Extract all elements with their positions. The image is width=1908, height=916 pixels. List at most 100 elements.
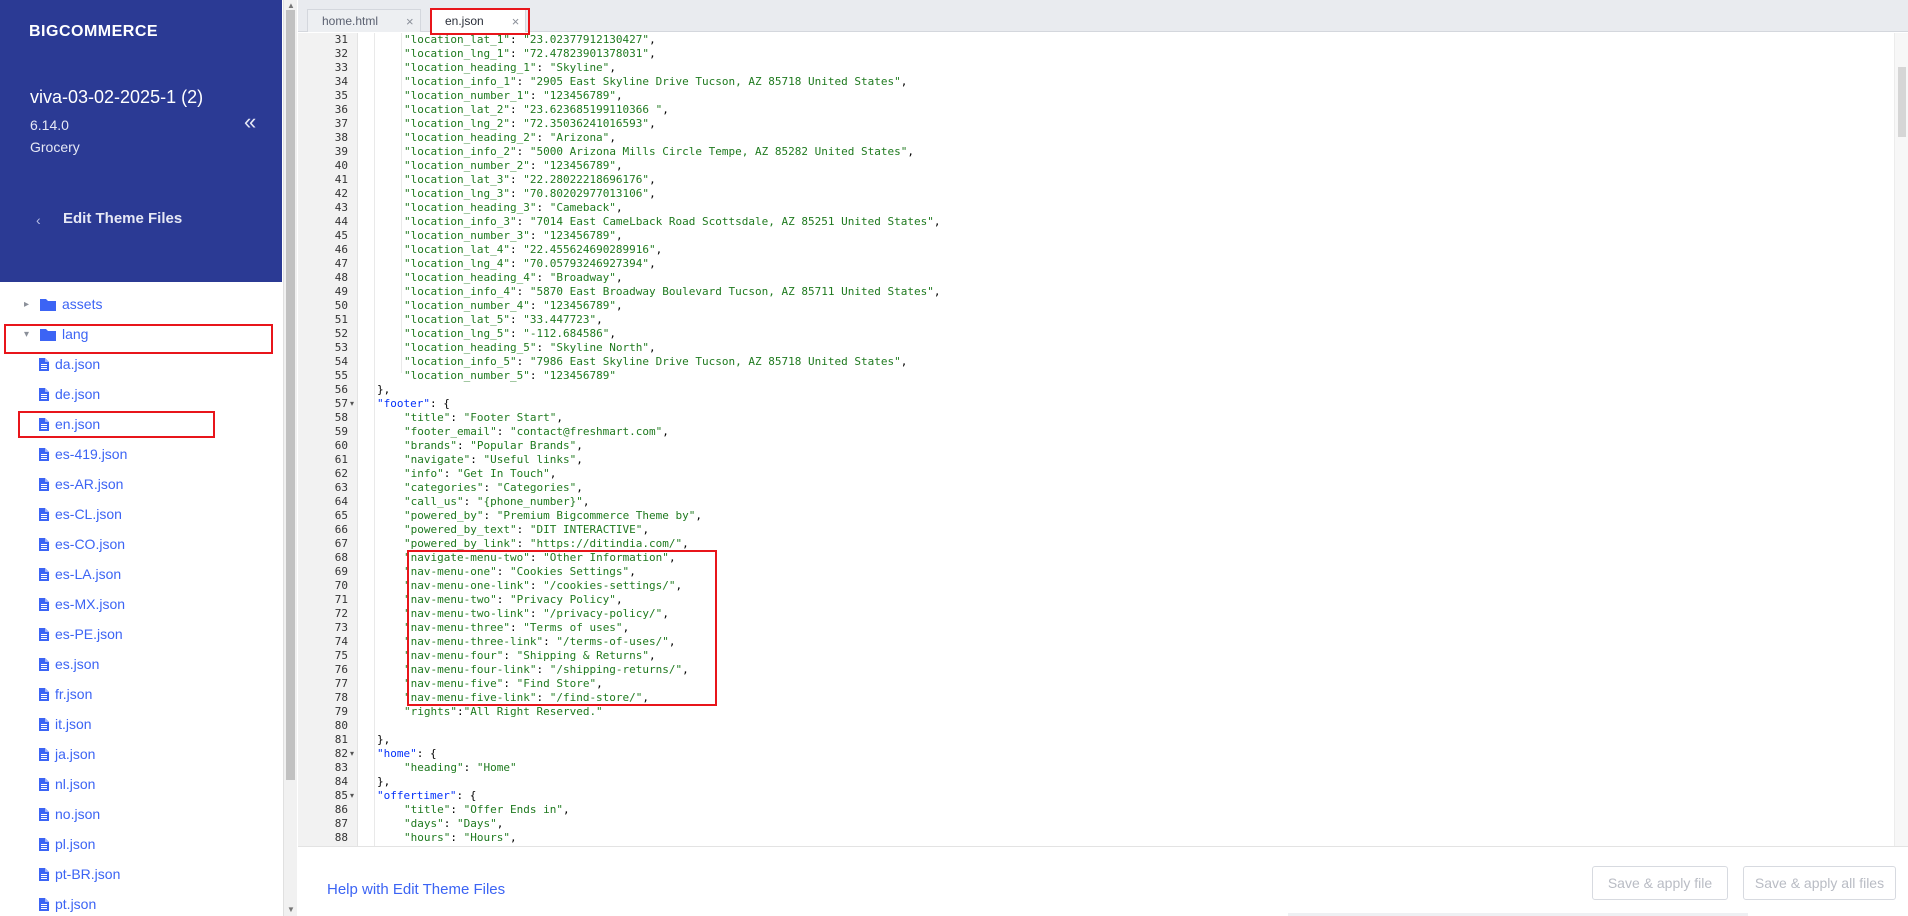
code-line[interactable]: "location_lng_2": "72.35036241016593", (404, 117, 656, 130)
file-da-json[interactable]: da.json (39, 349, 100, 379)
editor-scroll-thumb[interactable] (1898, 67, 1906, 137)
file-pl-json[interactable]: pl.json (39, 829, 95, 859)
save-apply-all-files-button[interactable]: Save & apply all files (1743, 866, 1896, 900)
sidebar-scroll-thumb[interactable] (286, 10, 295, 780)
code-line[interactable]: "categories": "Categories", (404, 481, 583, 494)
code-line[interactable]: "location_heading_1": "Skyline", (404, 61, 616, 74)
code-line[interactable]: "powered_by_link": "https://ditindia.com… (404, 537, 689, 550)
tab-home-html[interactable]: home.html × (307, 9, 421, 32)
file-es-MX-json[interactable]: es-MX.json (39, 589, 125, 619)
code-line[interactable]: "footer_email": "contact@freshmart.com", (404, 425, 669, 438)
code-line[interactable]: "navigate-menu-two": "Other Information"… (404, 551, 676, 564)
file-fr-json[interactable]: fr.json (39, 679, 92, 709)
code-line[interactable]: "location_heading_2": "Arizona", (404, 131, 616, 144)
code-line[interactable]: "nav-menu-four": "Shipping & Returns", (404, 649, 656, 662)
fold-toggle-icon[interactable]: ▾ (350, 791, 354, 800)
code-line[interactable]: "location_info_3": "7014 East CameLback … (404, 215, 940, 228)
folder-assets[interactable]: ▸ assets (24, 289, 102, 319)
code-line[interactable]: "rights":"All Right Reserved." (404, 705, 603, 718)
file-es-AR-json[interactable]: es-AR.json (39, 469, 123, 499)
sidebar-scrollbar[interactable]: ▲ ▼ (283, 0, 297, 916)
code-line[interactable]: "location_heading_5": "Skyline North", (404, 341, 656, 354)
code-line[interactable]: "nav-menu-two": "Privacy Policy", (404, 593, 623, 606)
file-de-json[interactable]: de.json (39, 379, 100, 409)
file-es-json[interactable]: es.json (39, 649, 99, 679)
file-es-419-json[interactable]: es-419.json (39, 439, 127, 469)
code-line[interactable]: "info": "Get In Touch", (404, 467, 556, 480)
code-line[interactable]: "nav-menu-four-link": "/shipping-returns… (404, 663, 689, 676)
file-es-CO-json[interactable]: es-CO.json (39, 529, 125, 559)
code-line[interactable]: "location_info_2": "5000 Arizona Mills C… (404, 145, 914, 158)
code-line[interactable]: "location_number_2": "123456789", (404, 159, 623, 172)
code-line[interactable]: "location_lng_4": "70.05793246927394", (404, 257, 656, 270)
code-line[interactable]: "location_heading_3": "Cameback", (404, 201, 623, 214)
code-line[interactable]: "location_lng_1": "72.47823901378031", (404, 47, 656, 60)
code-line[interactable]: "location_number_1": "123456789", (404, 89, 623, 102)
fold-toggle-icon[interactable]: ▾ (350, 749, 354, 758)
code-line[interactable]: "location_info_1": "2905 East Skyline Dr… (404, 75, 907, 88)
code-line[interactable]: "location_lat_1": "23.02377912130427", (404, 33, 656, 46)
code-line[interactable]: "location_lat_5": "33.447723", (404, 313, 603, 326)
save-apply-file-button[interactable]: Save & apply file (1592, 866, 1728, 900)
file-it-json[interactable]: it.json (39, 709, 92, 739)
code-line[interactable]: "location_number_5": "123456789" (404, 369, 616, 382)
code-line[interactable]: "location_number_4": "123456789", (404, 299, 623, 312)
code-line[interactable]: }, (377, 775, 390, 788)
code-line[interactable]: "title": "Offer Ends in", (404, 803, 570, 816)
code-line[interactable]: "nav-menu-three-link": "/terms-of-uses/"… (404, 635, 676, 648)
file-pt-json[interactable]: pt.json (39, 889, 96, 916)
code-line[interactable]: "location_lat_2": "23.623685199110366 ", (404, 103, 669, 116)
code-line[interactable]: "location_lat_3": "22.28022218696176", (404, 173, 656, 186)
collapse-sidebar-icon[interactable]: « (244, 111, 264, 133)
code-line[interactable]: "location_heading_4": "Broadway", (404, 271, 623, 284)
code-line[interactable]: "powered_by": "Premium Bigcommerce Theme… (404, 509, 702, 522)
editor-scrollbar[interactable] (1894, 33, 1908, 846)
code-line[interactable]: "location_lng_3": "70.80202977013106", (404, 187, 656, 200)
folder-lang[interactable]: ▾ lang (24, 319, 88, 349)
code-editor[interactable]: 31 32 33 34 35 36 37 38 39 40 41 42 43 44 45 46 47 48 49 50… (298, 33, 1908, 846)
code-line[interactable]: "nav-menu-three": "Terms of uses", (404, 621, 629, 634)
close-tab-icon[interactable]: × (406, 14, 414, 29)
help-edit-theme-files-link[interactable]: Help with Edit Theme Files (327, 881, 505, 898)
bigcommerce-logo[interactable]: BIGCOMMERCE (29, 20, 158, 44)
file-nl-json[interactable]: nl.json (39, 769, 95, 799)
code-line[interactable]: "powered_by_text": "DIT INTERACTIVE", (404, 523, 649, 536)
code-line[interactable]: "days": "Days", (404, 817, 503, 830)
file-en-json[interactable]: en.json (39, 409, 100, 439)
file-no-json[interactable]: no.json (39, 799, 100, 829)
code-line[interactable]: "footer": { (377, 397, 450, 410)
caret-down-icon[interactable]: ▾ (24, 329, 34, 340)
fold-toggle-icon[interactable]: ▾ (350, 399, 354, 408)
code-line[interactable]: "offertimer": { (377, 789, 476, 802)
file-es-PE-json[interactable]: es-PE.json (39, 619, 123, 649)
code-line[interactable]: "hours": "Hours", (404, 831, 517, 844)
code-content[interactable]: "location_lat_1": "23.02377912130427", "l… (366, 33, 1886, 846)
code-line[interactable]: "location_info_5": "7986 East Skyline Dr… (404, 355, 907, 368)
file-es-CL-json[interactable]: es-CL.json (39, 499, 122, 529)
code-line[interactable]: "call_us": "{phone_number}", (404, 495, 589, 508)
back-chevron-icon[interactable]: ‹ (36, 212, 41, 228)
scroll-down-icon[interactable]: ▼ (286, 905, 296, 915)
file-pt-BR-json[interactable]: pt-BR.json (39, 859, 120, 889)
code-line[interactable]: "location_lat_4": "22.455624690289916", (404, 243, 662, 256)
close-tab-icon[interactable]: × (512, 14, 520, 29)
code-line[interactable]: "nav-menu-one": "Cookies Settings", (404, 565, 636, 578)
code-line[interactable]: "home": { (377, 747, 437, 760)
edit-theme-files-title[interactable]: Edit Theme Files (63, 210, 182, 227)
code-line[interactable]: "navigate": "Useful links", (404, 453, 583, 466)
code-line[interactable]: "nav-menu-five-link": "/find-store/", (404, 691, 649, 704)
code-line[interactable]: }, (377, 383, 390, 396)
tab-en-json[interactable]: en.json × (430, 9, 526, 32)
code-line[interactable]: "nav-menu-five": "Find Store", (404, 677, 603, 690)
code-line[interactable]: "location_number_3": "123456789", (404, 229, 623, 242)
file-ja-json[interactable]: ja.json (39, 739, 95, 769)
code-line[interactable]: "location_info_4": "5870 East Broadway B… (404, 285, 940, 298)
code-line[interactable]: }, (377, 733, 390, 746)
code-line[interactable]: "nav-menu-two-link": "/privacy-policy/", (404, 607, 669, 620)
code-line[interactable]: "nav-menu-one-link": "/cookies-settings/… (404, 579, 682, 592)
caret-right-icon[interactable]: ▸ (24, 299, 34, 310)
code-line[interactable]: "location_lng_5": "-112.684586", (404, 327, 616, 340)
code-line[interactable]: "title": "Footer Start", (404, 411, 563, 424)
file-es-LA-json[interactable]: es-LA.json (39, 559, 121, 589)
code-line[interactable]: "heading": "Home" (404, 761, 517, 774)
